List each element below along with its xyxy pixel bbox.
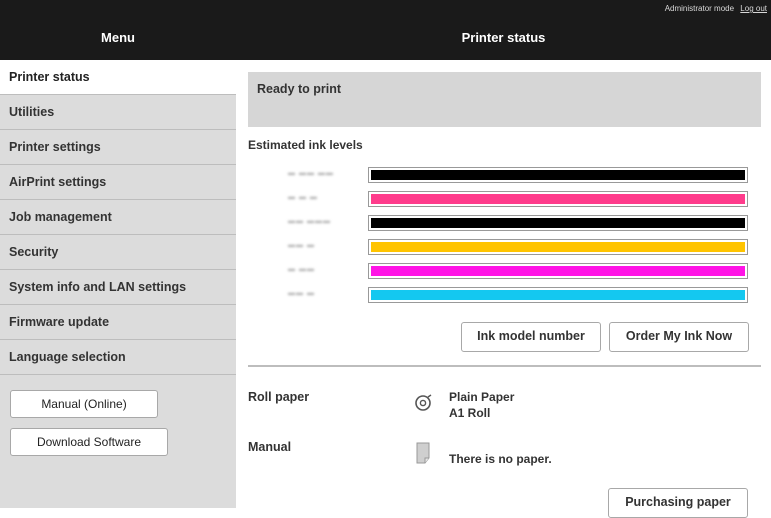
ink-level-fill (371, 266, 745, 276)
menu-title: Menu (101, 30, 135, 45)
status-box: Ready to print (248, 72, 761, 127)
ink-model-number-button[interactable]: Ink model number (461, 322, 601, 352)
sheet-paper-icon (416, 442, 430, 464)
logout-link[interactable]: Log out (740, 4, 767, 13)
ink-level-bar (368, 239, 748, 255)
ink-levels-title: Estimated ink levels (248, 138, 363, 152)
download-software-button[interactable]: Download Software (10, 428, 168, 456)
ink-row: ▬ ▬▬ ▬▬ (236, 167, 771, 185)
sidebar-item-printer-status[interactable]: Printer status (0, 60, 236, 95)
order-ink-button[interactable]: Order My Ink Now (609, 322, 749, 352)
manual-online-button[interactable]: Manual (Online) (10, 390, 158, 418)
ink-label-blurred: ▬ ▬ ▬ (288, 194, 318, 201)
roll-paper-size: A1 Roll (449, 406, 491, 420)
top-bar: Administrator mode Log out Menu Printer … (0, 0, 771, 60)
section-divider (248, 365, 761, 367)
page-title: Printer status (461, 30, 546, 45)
sidebar-item-security[interactable]: Security (0, 235, 236, 270)
roll-paper-icon (415, 394, 432, 411)
sidebar: Printer status Utilities Printer setting… (0, 60, 236, 508)
sidebar-item-system-info[interactable]: System info and LAN settings (0, 270, 236, 305)
ink-level-fill (371, 170, 745, 180)
ink-row: ▬▬ ▬ (236, 239, 771, 257)
roll-paper-label: Roll paper (248, 390, 310, 404)
ink-level-bar (368, 215, 748, 231)
ink-row: ▬ ▬ ▬ (236, 191, 771, 209)
ink-row: ▬▬ ▬▬▬ (236, 215, 771, 233)
ink-row: ▬▬ ▬ (236, 287, 771, 305)
ink-level-fill (371, 290, 745, 300)
sidebar-item-job-management[interactable]: Job management (0, 200, 236, 235)
sidebar-item-firmware-update[interactable]: Firmware update (0, 305, 236, 340)
status-text: Ready to print (257, 82, 342, 96)
ink-level-fill (371, 194, 745, 204)
ink-label-blurred: ▬▬ ▬ (288, 242, 315, 249)
sidebar-item-language-selection[interactable]: Language selection (0, 340, 236, 375)
sidebar-item-airprint-settings[interactable]: AirPrint settings (0, 165, 236, 200)
manual-label: Manual (248, 440, 292, 454)
ink-level-fill (371, 218, 745, 228)
sidebar-item-printer-settings[interactable]: Printer settings (0, 130, 236, 165)
purchasing-paper-button[interactable]: Purchasing paper (608, 488, 748, 518)
ink-row: ▬ ▬▬ (236, 263, 771, 281)
ink-level-fill (371, 242, 745, 252)
admin-mode-text: Administrator mode (664, 4, 735, 13)
ink-level-bar (368, 191, 748, 207)
main-content: Ready to print Estimated ink levels ▬ ▬▬… (236, 60, 771, 518)
ink-label-blurred: ▬▬ ▬ (288, 290, 315, 297)
ink-label-blurred: ▬ ▬▬ (288, 266, 315, 273)
roll-paper-type: Plain Paper (449, 390, 515, 404)
ink-level-bar (368, 263, 748, 279)
ink-level-bar (368, 287, 748, 303)
ink-label-blurred: ▬▬ ▬▬▬ (288, 218, 331, 225)
ink-level-bar (368, 167, 748, 183)
sidebar-item-utilities[interactable]: Utilities (0, 95, 236, 130)
ink-label-blurred: ▬ ▬▬ ▬▬ (288, 170, 334, 177)
manual-paper-status: There is no paper. (449, 452, 552, 466)
admin-mode-row: Administrator mode Log out (665, 4, 767, 13)
